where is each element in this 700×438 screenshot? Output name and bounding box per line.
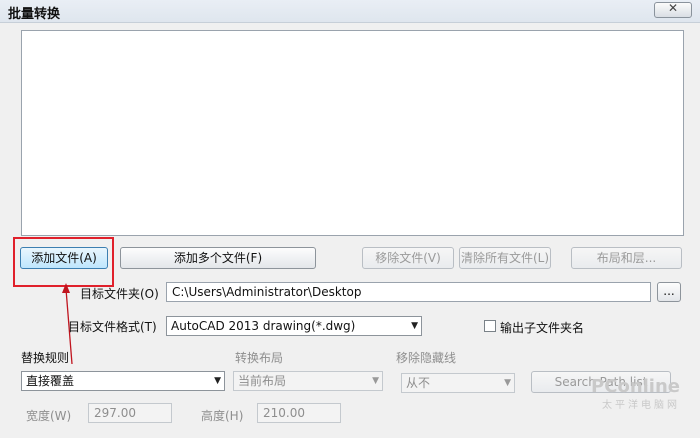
replace-rule-label: 替换规则 [21, 351, 70, 365]
target-folder-label: 目标文件夹(O) [80, 287, 159, 301]
output-subfolder-checkbox[interactable] [484, 320, 496, 332]
height-label: 高度(H) [201, 409, 244, 423]
width-label: 宽度(W) [26, 409, 72, 423]
target-folder-input[interactable]: C:\Users\Administrator\Desktop [166, 282, 651, 302]
chevron-down-icon: ▼ [411, 321, 418, 331]
output-subfolder-label: 输出子文件夹名 [500, 321, 585, 335]
convert-layout-label: 转换布局 [235, 351, 284, 365]
target-format-select[interactable]: AutoCAD 2013 drawing(*.dwg) ▼ [166, 316, 422, 336]
height-input[interactable]: 210.00 [257, 403, 341, 423]
replace-rule-value: 直接覆盖 [26, 374, 75, 388]
watermark-sub: 太平洋电脑网 [602, 400, 680, 411]
browse-button[interactable]: ... [657, 282, 681, 302]
convert-layout-select[interactable]: 当前布局 ▼ [233, 371, 383, 391]
convert-layout-value: 当前布局 [238, 374, 287, 388]
remove-hidden-value: 从不 [406, 376, 431, 390]
chevron-down-icon: ▼ [214, 376, 221, 386]
width-input[interactable]: 297.00 [88, 403, 172, 423]
target-format-value: AutoCAD 2013 drawing(*.dwg) [171, 319, 356, 333]
remove-hidden-select[interactable]: 从不 ▼ [401, 373, 515, 393]
chevron-down-icon: ▼ [504, 378, 511, 388]
replace-rule-select[interactable]: 直接覆盖 ▼ [21, 371, 225, 391]
target-format-label: 目标文件格式(T) [68, 320, 157, 334]
chevron-down-icon: ▼ [372, 376, 379, 386]
watermark-brand: PConline [591, 376, 680, 397]
remove-hidden-label: 移除隐藏线 [396, 351, 457, 365]
